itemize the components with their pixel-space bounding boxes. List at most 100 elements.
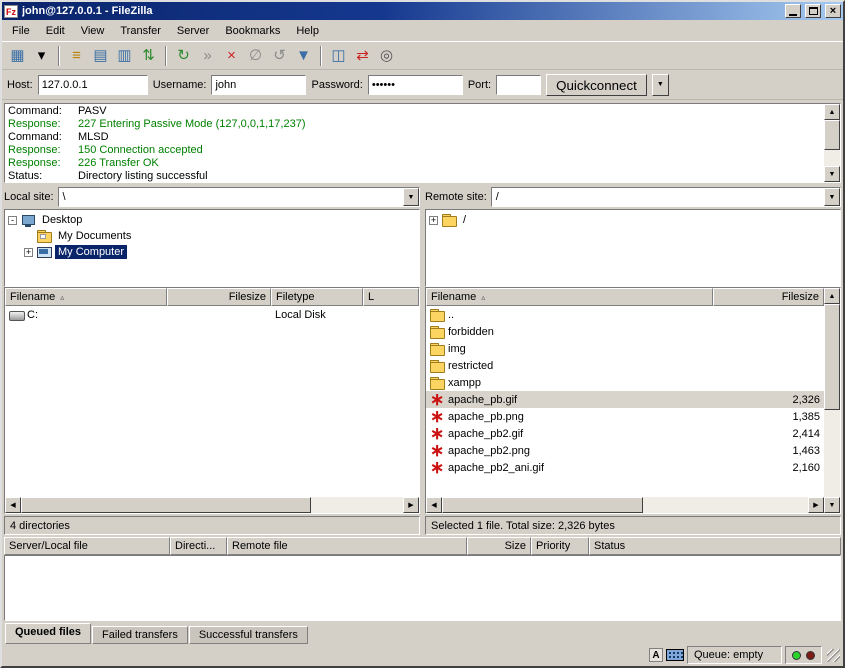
- scroll-down-button[interactable]: [824, 497, 840, 513]
- resize-grip[interactable]: [827, 649, 840, 662]
- file-row[interactable]: apache_pb2_ani.gif2,160: [426, 459, 824, 476]
- tree-item[interactable]: +My Documents: [5, 228, 419, 244]
- menu-item-transfer[interactable]: Transfer: [112, 22, 169, 40]
- minimize-button[interactable]: [785, 4, 801, 18]
- menu-item-help[interactable]: Help: [288, 22, 327, 40]
- local-site-combobox[interactable]: \: [58, 187, 420, 207]
- host-input[interactable]: [38, 75, 148, 95]
- file-row[interactable]: xampp: [426, 374, 824, 391]
- file-row[interactable]: C:Local Disk: [5, 306, 419, 323]
- transfer-queue-toggle-button[interactable]: ⇅: [137, 44, 160, 67]
- scroll-up-button[interactable]: [824, 104, 840, 120]
- sync-browsing-button[interactable]: ⇄: [351, 44, 374, 67]
- remote-site-dropdown-button[interactable]: [824, 188, 840, 206]
- close-button[interactable]: ×: [825, 4, 841, 18]
- compare-button[interactable]: ◫: [327, 44, 350, 67]
- menu-item-view[interactable]: View: [73, 22, 113, 40]
- scroll-thumb[interactable]: [21, 497, 311, 513]
- menu-item-file[interactable]: File: [4, 22, 38, 40]
- column-header-remote-file[interactable]: Remote file: [227, 537, 467, 555]
- username-input[interactable]: [211, 75, 306, 95]
- quickconnect-dropdown-button[interactable]: [652, 74, 669, 96]
- local-tree-toggle-button[interactable]: ▤: [89, 44, 112, 67]
- disconnect-button[interactable]: ∅: [244, 44, 267, 67]
- file-row[interactable]: apache_pb2.png1,463: [426, 442, 824, 459]
- cancel-button[interactable]: ×: [220, 44, 243, 67]
- column-header-filesize[interactable]: Filesize: [713, 288, 824, 306]
- file-row[interactable]: img: [426, 340, 824, 357]
- column-header-filename[interactable]: Filename: [5, 288, 167, 306]
- menu-item-server[interactable]: Server: [169, 22, 217, 40]
- site-manager-button[interactable]: ▦: [6, 44, 29, 67]
- local-hscrollbar[interactable]: [5, 497, 419, 513]
- column-header-l[interactable]: L: [363, 288, 419, 306]
- tree-item[interactable]: +My Computer: [5, 244, 419, 260]
- menu-item-edit[interactable]: Edit: [38, 22, 73, 40]
- scroll-thumb[interactable]: [442, 497, 643, 513]
- remote-tree-toggle-icon: ▥: [117, 48, 131, 63]
- titlebar[interactable]: Fz john@127.0.0.1 - FileZilla ×: [2, 2, 843, 20]
- column-header-server-local-file[interactable]: Server/Local file: [4, 537, 170, 555]
- remote-site-bar: Remote site: /: [425, 185, 841, 209]
- file-row[interactable]: forbidden: [426, 323, 824, 340]
- column-header-filename[interactable]: Filename: [426, 288, 713, 306]
- tree-expander-icon[interactable]: -: [8, 216, 17, 225]
- tab-successful-transfers[interactable]: Successful transfers: [189, 626, 308, 644]
- scroll-down-button[interactable]: [824, 166, 840, 182]
- find-button[interactable]: ◎: [375, 44, 398, 67]
- column-header-status[interactable]: Status: [589, 537, 841, 555]
- reconnect-button[interactable]: ↺: [268, 44, 291, 67]
- tree-item[interactable]: -Desktop: [5, 212, 419, 228]
- port-input[interactable]: [496, 75, 541, 95]
- message-log-toggle-button[interactable]: ≡: [65, 44, 88, 67]
- column-header-filesize[interactable]: Filesize: [167, 288, 271, 306]
- column-header-directi[interactable]: Directi...: [170, 537, 227, 555]
- column-header-priority[interactable]: Priority: [531, 537, 589, 555]
- tree-item[interactable]: +/: [426, 212, 840, 228]
- maximize-button[interactable]: [805, 4, 821, 18]
- scroll-up-button[interactable]: [824, 288, 840, 304]
- remote-tree-toggle-button[interactable]: ▥: [113, 44, 136, 67]
- process-queue-button[interactable]: »: [196, 44, 219, 67]
- remote-vscrollbar[interactable]: [824, 288, 840, 513]
- tab-failed-transfers[interactable]: Failed transfers: [92, 626, 188, 644]
- scroll-track[interactable]: [21, 497, 403, 513]
- remote-list-header: FilenameFilesize: [426, 288, 824, 306]
- file-row[interactable]: restricted: [426, 357, 824, 374]
- scroll-left-button[interactable]: [426, 497, 442, 513]
- site-manager-dropdown-button[interactable]: ▾: [30, 44, 53, 67]
- message-log-toggle-icon: ≡: [72, 48, 81, 63]
- file-row[interactable]: apache_pb.gif2,326: [426, 391, 824, 408]
- refresh-button[interactable]: ↻: [172, 44, 195, 67]
- column-header-size[interactable]: Size: [467, 537, 531, 555]
- scroll-right-button[interactable]: [403, 497, 419, 513]
- desktop-icon: [21, 214, 35, 227]
- filter-button[interactable]: ▼: [292, 44, 315, 67]
- local-site-dropdown-button[interactable]: [403, 188, 419, 206]
- file-row[interactable]: apache_pb.png1,385: [426, 408, 824, 425]
- tree-expander-icon[interactable]: +: [24, 248, 33, 257]
- quickconnect-button[interactable]: Quickconnect: [546, 74, 647, 96]
- remote-hscrollbar[interactable]: [426, 497, 824, 513]
- scroll-track[interactable]: [442, 497, 808, 513]
- menu-item-bookmarks[interactable]: Bookmarks: [217, 22, 288, 40]
- tab-queued-files[interactable]: Queued files: [5, 623, 91, 644]
- column-header-filetype[interactable]: Filetype: [271, 288, 363, 306]
- log-scrollbar[interactable]: [824, 104, 840, 182]
- log-line: Response:226 Transfer OK: [8, 157, 822, 170]
- file-row[interactable]: ..: [426, 306, 824, 323]
- filename-cell: apache_pb.png: [426, 410, 713, 423]
- file-panels: Local site: \ -Desktop+My Documents+My C…: [2, 185, 843, 535]
- file-row[interactable]: apache_pb2.gif2,414: [426, 425, 824, 442]
- scroll-thumb[interactable]: [824, 120, 840, 150]
- scroll-left-button[interactable]: [5, 497, 21, 513]
- scroll-track[interactable]: [824, 304, 840, 497]
- remote-site-combobox[interactable]: /: [491, 187, 841, 207]
- password-input[interactable]: [368, 75, 463, 95]
- scroll-right-button[interactable]: [808, 497, 824, 513]
- scroll-thumb[interactable]: [824, 304, 840, 410]
- scroll-track[interactable]: [824, 120, 840, 166]
- tree-expander-icon[interactable]: +: [429, 216, 438, 225]
- log-text: 227 Entering Passive Mode (127,0,0,1,17,…: [78, 118, 305, 131]
- queue-header: Server/Local fileDirecti...Remote fileSi…: [4, 537, 841, 555]
